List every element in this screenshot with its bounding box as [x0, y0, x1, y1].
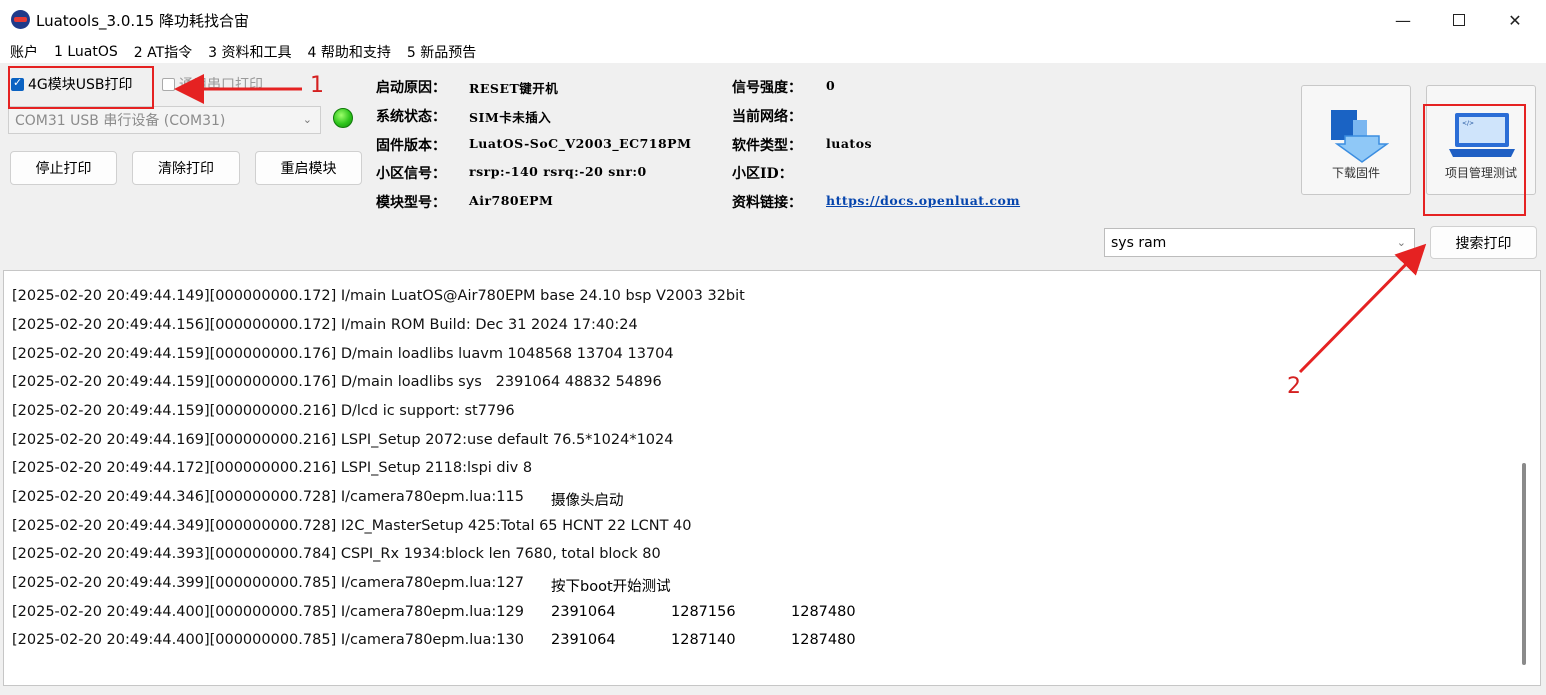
chevron-down-icon: ⌄	[1396, 235, 1406, 249]
docs-label: 资料链接：	[732, 195, 802, 211]
log-value: 2391064	[551, 604, 616, 620]
search-keyword-value: sys ram	[1111, 234, 1167, 251]
annotation-number-2: 2	[1287, 374, 1301, 399]
minimize-button[interactable]: —	[1375, 0, 1431, 40]
log-line: [2025-02-20 20:49:44.400][000000000.785]…	[12, 632, 524, 648]
log-line: [2025-02-20 20:49:44.159][000000000.216]…	[12, 403, 515, 419]
log-line: [2025-02-20 20:49:44.400][000000000.785]…	[12, 604, 524, 620]
software-type-label: 软件类型：	[732, 138, 802, 154]
log-line: [2025-02-20 20:49:44.159][000000000.176]…	[12, 346, 674, 362]
stop-print-button[interactable]: 停止打印	[10, 151, 117, 185]
system-state-label: 系统状态：	[376, 109, 446, 125]
log-line: [2025-02-20 20:49:44.349][000000000.728]…	[12, 518, 692, 534]
log-output[interactable]: [2025-02-20 20:49:44.149][000000000.172]…	[3, 270, 1541, 686]
log-value: 1287480	[791, 604, 856, 620]
log-line: [2025-02-20 20:49:44.393][000000000.784]…	[12, 546, 661, 562]
restart-module-button[interactable]: 重启模块	[255, 151, 362, 185]
log-value: 2391064	[551, 632, 616, 648]
log-line: [2025-02-20 20:49:44.156][000000000.172]…	[12, 317, 638, 333]
log-value: 1287140	[671, 632, 736, 648]
close-icon: ✕	[1508, 10, 1522, 30]
download-firmware-button[interactable]: 下载固件	[1301, 85, 1411, 195]
signal-strength-label: 信号强度：	[732, 80, 802, 96]
maximize-button[interactable]	[1431, 0, 1487, 40]
app-logo-icon	[11, 10, 30, 29]
minimize-icon: —	[1395, 10, 1411, 30]
serial-print-label: 通用串口打印	[179, 77, 263, 93]
module-model-value: Air780EPM	[469, 193, 554, 208]
menu-help-support[interactable]: 4 帮助和支持	[308, 42, 391, 62]
log-value: 1287480	[791, 632, 856, 648]
menu-bar: 账户 1 LuatOS 2 AT指令 3 资料和工具 4 帮助和支持 5 新品预…	[0, 40, 1546, 63]
system-state-value: SIM卡未插入	[469, 110, 552, 125]
close-button[interactable]: ✕	[1487, 0, 1543, 40]
clear-print-button[interactable]: 清除打印	[132, 151, 240, 185]
download-firmware-label: 下载固件	[1331, 166, 1380, 180]
module-model-label: 模块型号：	[376, 195, 446, 211]
chevron-down-icon: ⌄	[302, 112, 312, 126]
docs-link[interactable]: https://docs.openluat.com	[826, 193, 1020, 208]
checkbox-icon	[162, 77, 175, 91]
menu-resources-tools[interactable]: 3 资料和工具	[208, 42, 291, 62]
menu-new-products[interactable]: 5 新品预告	[407, 42, 476, 62]
log-line: [2025-02-20 20:49:44.346][000000000.728]…	[12, 489, 524, 505]
cell-id-label: 小区ID：	[732, 166, 793, 182]
cell-signal-label: 小区信号：	[376, 166, 446, 182]
connection-status-led-icon	[333, 108, 353, 128]
log-line: [2025-02-20 20:49:44.172][000000000.216]…	[12, 460, 533, 476]
network-label: 当前网络：	[732, 109, 802, 125]
log-line: [2025-02-20 20:49:44.399][000000000.785]…	[12, 575, 524, 591]
boot-reason-label: 启动原因：	[376, 80, 446, 96]
log-line: [2025-02-20 20:49:44.159][000000000.176]…	[12, 374, 662, 390]
search-print-button[interactable]: 搜索打印	[1430, 226, 1537, 259]
log-line: [2025-02-20 20:49:44.149][000000000.172]…	[12, 288, 745, 304]
search-keyword-select[interactable]: sys ram ⌄	[1104, 228, 1415, 257]
log-line: [2025-02-20 20:49:44.169][000000000.216]…	[12, 432, 674, 448]
port-select[interactable]: COM31 USB 串行设备 (COM31) ⌄	[8, 106, 321, 134]
log-value: 1287156	[671, 604, 736, 620]
annotation-number-1: 1	[310, 73, 324, 98]
menu-luatos[interactable]: 1 LuatOS	[54, 44, 118, 60]
signal-strength-value: 0	[826, 78, 836, 93]
software-type-value: luatos	[826, 136, 873, 151]
serial-print-checkbox[interactable]: 通用串口打印	[162, 74, 263, 94]
download-icon	[1331, 110, 1389, 163]
firmware-value: LuatOS-SoC_V2003_EC718PM	[469, 136, 692, 151]
log-message: 摄像头启动	[551, 493, 624, 509]
menu-account[interactable]: 账户	[10, 42, 38, 62]
annotation-box-2	[1423, 104, 1526, 216]
boot-reason-value: RESET键开机	[469, 81, 559, 96]
log-scrollbar[interactable]	[1522, 463, 1526, 665]
title-bar: Luatools_3.0.15 降功耗找合宙 — ✕	[0, 0, 1546, 40]
menu-at-commands[interactable]: 2 AT指令	[134, 42, 192, 62]
window-title: Luatools_3.0.15 降功耗找合宙	[36, 12, 249, 30]
port-select-value: COM31 USB 串行设备 (COM31)	[15, 113, 226, 129]
cell-signal-value: rsrp:-140 rsrq:-20 snr:0	[469, 164, 647, 179]
maximize-icon	[1453, 14, 1465, 26]
firmware-label: 固件版本：	[376, 138, 446, 154]
log-message: 按下boot开始测试	[551, 579, 671, 595]
annotation-box-1	[8, 66, 154, 109]
